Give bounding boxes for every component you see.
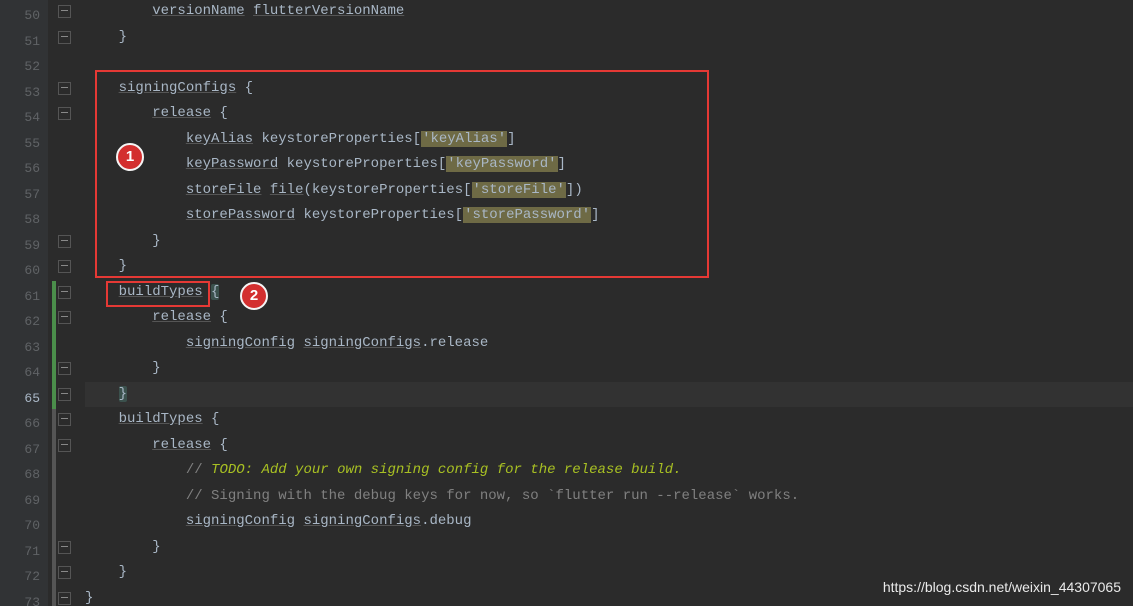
code-token: signingConfigs [303,513,421,529]
line-number: 64 [0,360,40,386]
code-token: versionName [152,3,244,19]
code-token: signingConfig [186,513,295,529]
code-editor[interactable]: versionName flutterVersionName } signing… [0,0,1133,606]
code-token [245,3,253,19]
fold-icon[interactable] [58,311,71,324]
code-line[interactable]: } [85,382,1133,408]
code-token: } [85,590,93,606]
code-token: { [211,309,228,325]
line-number: 57 [0,182,40,208]
code-token: TODO: Add your own signing config for th… [211,462,681,478]
line-number: 60 [0,258,40,284]
code-token: } [119,564,127,580]
line-number: 50 [0,3,40,29]
line-number: 71 [0,539,40,565]
line-number: 66 [0,411,40,437]
code-line[interactable]: signingConfig signingConfigs.release [85,331,1133,357]
code-token: signingConfig [186,335,295,351]
line-number: 65 [0,386,40,412]
fold-icon[interactable] [58,5,71,18]
line-number: 63 [0,335,40,361]
code-token: .debug [421,513,471,529]
line-number: 56 [0,156,40,182]
code-line[interactable]: // Signing with the debug keys for now, … [85,484,1133,510]
callout-badge-1: 1 [116,143,144,171]
code-token: .release [421,335,488,351]
line-number: 69 [0,488,40,514]
line-number: 55 [0,131,40,157]
code-line[interactable]: buildTypes { [85,407,1133,433]
change-marker [52,281,56,409]
code-token: // [186,462,211,478]
line-number: 68 [0,462,40,488]
code-line[interactable]: signingConfig signingConfigs.debug [85,509,1133,535]
line-number: 59 [0,233,40,259]
fold-icon[interactable] [58,362,71,375]
code-token: signingConfigs [303,335,421,351]
fold-icon[interactable] [58,592,71,605]
line-number: 51 [0,29,40,55]
code-token: buildTypes [119,411,203,427]
code-line[interactable]: } [85,25,1133,51]
fold-icon[interactable] [58,235,71,248]
code-line[interactable]: release { [85,433,1133,459]
line-number: 58 [0,207,40,233]
line-number: 54 [0,105,40,131]
fold-icon[interactable] [58,388,71,401]
watermark-text: https://blog.csdn.net/weixin_44307065 [883,575,1121,601]
fold-icon[interactable] [58,541,71,554]
code-token: release [152,437,211,453]
highlight-box-1 [95,70,709,278]
highlight-box-2 [106,281,210,307]
code-token: flutterVersionName [253,3,404,19]
code-token: { [211,284,219,300]
code-token: release [152,309,211,325]
code-line[interactable]: } [85,356,1133,382]
fold-icon[interactable] [58,413,71,426]
code-line[interactable]: } [85,535,1133,561]
fold-icon[interactable] [58,439,71,452]
line-number: 62 [0,309,40,335]
fold-icon[interactable] [58,82,71,95]
change-marker [52,409,56,606]
code-token: { [211,437,228,453]
line-number: 70 [0,513,40,539]
code-token: // Signing with the debug keys for now, … [186,488,799,504]
code-token: } [152,539,160,555]
line-number: 61 [0,284,40,310]
code-token: } [152,360,160,376]
code-token: } [119,29,127,45]
code-line[interactable]: versionName flutterVersionName [85,0,1133,25]
fold-icon[interactable] [58,107,71,120]
fold-icon[interactable] [58,286,71,299]
line-number: 67 [0,437,40,463]
code-token: } [119,386,127,402]
fold-icon[interactable] [58,566,71,579]
fold-icon[interactable] [58,260,71,273]
code-line[interactable]: // TODO: Add your own signing config for… [85,458,1133,484]
code-line[interactable]: release { [85,305,1133,331]
line-number: 72 [0,564,40,590]
callout-badge-2: 2 [240,282,268,310]
line-number: 53 [0,80,40,106]
line-number: 73 [0,590,40,606]
fold-icon[interactable] [58,31,71,44]
code-token: { [203,411,220,427]
line-number: 52 [0,54,40,80]
